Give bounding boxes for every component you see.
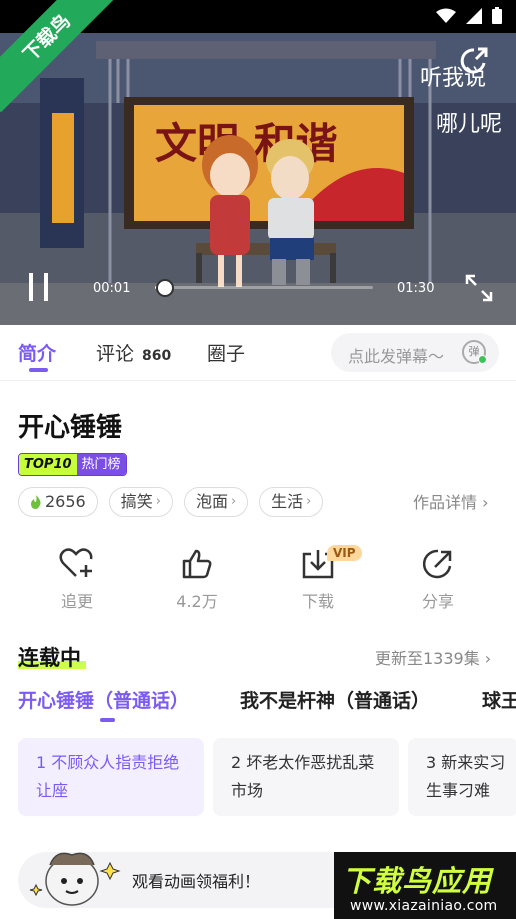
- tag-item[interactable]: 泡面 ›: [183, 487, 249, 517]
- fullscreen-icon[interactable]: [465, 274, 493, 302]
- video-player[interactable]: 文明 和谐 听我说 哪儿呢: [0, 33, 516, 325]
- episode-card[interactable]: 3 新来实习生事刁难: [408, 738, 516, 816]
- works-detail-link[interactable]: 作品详情 ›: [413, 489, 489, 513]
- tag-list: 2656 搞笑 › 泡面 › 生活 ›: [18, 487, 324, 517]
- episode-list: 1 不顾众人指责拒绝让座 2 坏老太作恶扰乱菜市场 3 新来实习生事刁难: [18, 738, 516, 816]
- version-tab[interactable]: 我不是杆神（普通话）: [240, 686, 430, 713]
- pause-icon[interactable]: [27, 273, 51, 301]
- banner-text: 观看动画领福利！: [132, 872, 261, 891]
- tag-item[interactable]: 生活 ›: [259, 487, 324, 517]
- tab-comments[interactable]: 评论 860: [96, 339, 171, 366]
- thumbs-up-icon: [182, 549, 212, 579]
- battery-icon: [492, 7, 502, 24]
- wifi-icon: [436, 8, 456, 23]
- site-logo: 下载鸟应用 www.xiazainiao.com: [334, 852, 516, 919]
- episode-card[interactable]: 1 不顾众人指责拒绝让座: [18, 738, 204, 816]
- version-tabs: 开心锤锤（普通话） 我不是杆神（普通话） 球王: [0, 686, 516, 726]
- duration-time: 01:30: [397, 281, 435, 296]
- danmu-input[interactable]: 点此发弹幕～ 弹: [331, 333, 499, 372]
- heart-plus-icon: [59, 548, 93, 577]
- tab-indicator: [29, 368, 48, 372]
- mascot-illustration: [29, 852, 121, 906]
- show-title: 开心锤锤: [18, 413, 123, 443]
- version-tab[interactable]: 球王: [482, 686, 516, 713]
- app-page: 下载鸟 文明 和谐: [0, 0, 516, 919]
- action-bar: 追更 4.2万 下载 分享: [0, 548, 516, 611]
- chevron-right-icon: ›: [155, 494, 161, 509]
- tag-label: 生活: [271, 492, 304, 511]
- follow-button[interactable]: 追更: [37, 548, 117, 612]
- logo-url: www.xiazainiao.com: [350, 898, 498, 914]
- share-label: 分享: [421, 592, 454, 611]
- signal-icon: [466, 7, 482, 24]
- version-tab-indicator: [100, 718, 115, 722]
- danmu-placeholder: 点此发弹幕～: [348, 347, 445, 366]
- vip-badge: VIP: [327, 545, 362, 561]
- comment-count: 860: [142, 348, 172, 364]
- follow-label: 追更: [60, 592, 93, 611]
- rank-badge[interactable]: TOP10 热门榜: [18, 453, 127, 476]
- tag-label: 搞笑: [120, 492, 153, 511]
- progress-knob[interactable]: [156, 279, 174, 297]
- chevron-right-icon: ›: [230, 494, 237, 509]
- chevron-right-icon: ›: [306, 494, 312, 509]
- logo-text: 下载鸟应用: [342, 864, 493, 898]
- share-button[interactable]: 分享: [398, 548, 478, 612]
- tab-intro[interactable]: 简介: [18, 339, 56, 366]
- tab-circle[interactable]: 圈子: [207, 339, 245, 366]
- like-button[interactable]: 4.2万: [157, 548, 237, 612]
- version-tab[interactable]: 开心锤锤（普通话）: [18, 686, 189, 713]
- share-icon[interactable]: [458, 45, 490, 77]
- danmu-status-dot: [478, 355, 487, 364]
- rank-top: TOP10: [19, 454, 77, 475]
- episode-card[interactable]: 2 坏老太作恶扰乱菜市场: [213, 738, 399, 816]
- tag-item[interactable]: 搞笑 ›: [108, 487, 173, 517]
- progress-bar[interactable]: [155, 286, 373, 289]
- rank-label: 热门榜: [76, 454, 126, 475]
- overlay-text-2: 哪儿呢: [436, 112, 502, 137]
- heat-value: 2656: [45, 492, 86, 511]
- tag-label: 泡面: [195, 492, 228, 511]
- tab-comments-label: 评论: [96, 343, 135, 365]
- heat-tag[interactable]: 2656: [18, 487, 98, 517]
- episode-update-link[interactable]: 更新至1339集 ›: [375, 645, 491, 669]
- share-icon: [422, 549, 452, 579]
- like-count: 4.2万: [176, 592, 218, 611]
- download-label: 下载: [301, 592, 334, 611]
- video-frame: 文明 和谐 听我说 哪儿呢: [0, 33, 516, 325]
- serial-heading: 连载中: [18, 646, 81, 670]
- flame-icon: [31, 495, 41, 509]
- current-time: 00:01: [93, 281, 131, 296]
